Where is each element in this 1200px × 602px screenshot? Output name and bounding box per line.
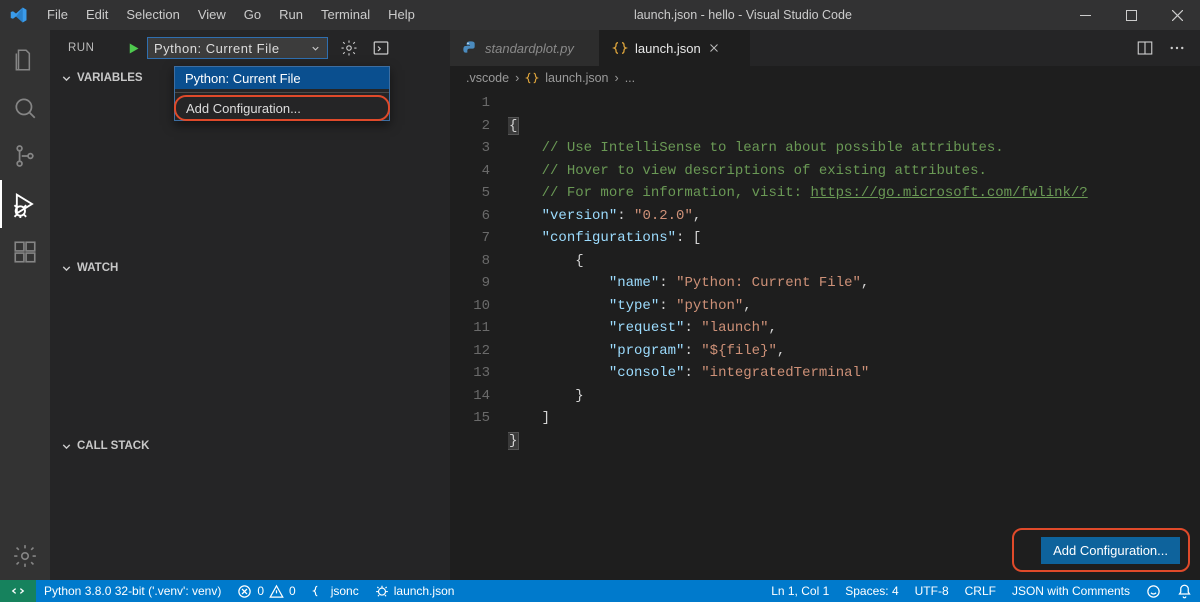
- tab-label: launch.json: [635, 41, 701, 56]
- breadcrumb-folder[interactable]: .vscode: [466, 71, 509, 85]
- chevron-down-icon: [60, 440, 73, 453]
- chevron-down-icon: [60, 262, 73, 275]
- menu-edit[interactable]: Edit: [77, 0, 117, 30]
- explorer-icon[interactable]: [0, 36, 50, 84]
- menu-separator: [175, 92, 389, 93]
- language-mode[interactable]: JSON with Comments: [1004, 580, 1138, 602]
- window-title: launch.json - hello - Visual Studio Code: [424, 8, 1062, 22]
- tab-launch-json[interactable]: launch.json: [600, 30, 750, 66]
- indentation[interactable]: Spaces: 4: [837, 580, 906, 602]
- tab-label: standardplot.py: [485, 41, 574, 56]
- feedback-icon[interactable]: [1138, 580, 1169, 602]
- menu-run[interactable]: Run: [270, 0, 312, 30]
- search-icon[interactable]: [0, 84, 50, 132]
- section-callstack-label: CALL STACK: [77, 440, 149, 452]
- line-gutter: 123456789101112131415: [450, 92, 508, 497]
- maximize-button[interactable]: [1108, 0, 1154, 30]
- minimize-button[interactable]: [1062, 0, 1108, 30]
- main-menu: File Edit Selection View Go Run Terminal…: [38, 0, 424, 30]
- run-debug-icon[interactable]: [0, 180, 50, 228]
- close-button[interactable]: [1154, 0, 1200, 30]
- breadcrumb-file[interactable]: launch.json: [545, 71, 608, 85]
- config-option-add[interactable]: Add Configuration...: [176, 97, 388, 119]
- notifications-icon[interactable]: [1169, 580, 1200, 602]
- menu-selection[interactable]: Selection: [117, 0, 188, 30]
- debug-console-icon[interactable]: [372, 39, 390, 57]
- menu-view[interactable]: View: [189, 0, 235, 30]
- close-icon[interactable]: [708, 42, 720, 54]
- tab-standardplot[interactable]: standardplot.py: [450, 30, 600, 66]
- settings-gear-icon[interactable]: [0, 532, 50, 580]
- problems-indicator[interactable]: 0 0: [229, 580, 303, 602]
- config-dropdown-menu: Python: Current File Add Configuration..…: [174, 66, 390, 121]
- menu-help[interactable]: Help: [379, 0, 424, 30]
- chevron-down-icon: [310, 43, 321, 54]
- remote-indicator[interactable]: [0, 580, 36, 602]
- vscode-logo: [0, 6, 38, 24]
- code-content[interactable]: { // Use IntelliSense to learn about pos…: [508, 92, 1200, 497]
- menu-terminal[interactable]: Terminal: [312, 0, 379, 30]
- json-file-icon: [612, 40, 628, 56]
- menu-go[interactable]: Go: [235, 0, 270, 30]
- run-sidebar: RUN Python: Current File Python: Current…: [50, 30, 450, 580]
- json-file-icon: [525, 71, 539, 85]
- section-callstack[interactable]: CALL STACK: [50, 434, 450, 458]
- chevron-right-icon: ›: [615, 71, 619, 85]
- status-bar: Python 3.8.0 32-bit ('.venv': venv) 0 0 …: [0, 580, 1200, 602]
- lang-hint[interactable]: jsonc: [304, 580, 367, 602]
- extensions-icon[interactable]: [0, 228, 50, 276]
- config-select-value: Python: Current File: [154, 41, 280, 56]
- source-control-icon[interactable]: [0, 132, 50, 180]
- config-option-current-file[interactable]: Python: Current File: [175, 67, 389, 89]
- breadcrumb[interactable]: .vscode › launch.json › ...: [450, 66, 1200, 90]
- menu-file[interactable]: File: [38, 0, 77, 30]
- section-watch-label: WATCH: [77, 262, 118, 274]
- debug-target[interactable]: launch.json: [367, 580, 463, 602]
- debug-config-select[interactable]: Python: Current File: [147, 37, 328, 59]
- encoding[interactable]: UTF-8: [907, 580, 957, 602]
- split-editor-icon[interactable]: [1136, 39, 1154, 57]
- run-panel-title: RUN: [68, 42, 126, 54]
- breadcrumb-tail[interactable]: ...: [625, 71, 635, 85]
- eol[interactable]: CRLF: [957, 580, 1004, 602]
- section-watch[interactable]: WATCH: [50, 256, 450, 280]
- tab-bar: standardplot.py launch.json: [450, 30, 1200, 66]
- open-settings-icon[interactable]: [340, 39, 358, 57]
- code-editor[interactable]: 123456789101112131415 { // Use IntelliSe…: [450, 90, 1200, 497]
- add-configuration-button[interactable]: Add Configuration...: [1041, 537, 1180, 564]
- activity-bar: [0, 30, 50, 580]
- title-bar: File Edit Selection View Go Run Terminal…: [0, 0, 1200, 30]
- start-debug-icon[interactable]: [126, 41, 141, 56]
- cursor-position[interactable]: Ln 1, Col 1: [763, 580, 837, 602]
- chevron-right-icon: ›: [515, 71, 519, 85]
- section-variables-label: VARIABLES: [77, 72, 143, 84]
- chevron-down-icon: [60, 72, 73, 85]
- python-file-icon: [462, 40, 478, 56]
- more-actions-icon[interactable]: [1168, 39, 1186, 57]
- python-interpreter[interactable]: Python 3.8.0 32-bit ('.venv': venv): [36, 580, 229, 602]
- editor-group: standardplot.py launch.json .vscode › la…: [450, 30, 1200, 580]
